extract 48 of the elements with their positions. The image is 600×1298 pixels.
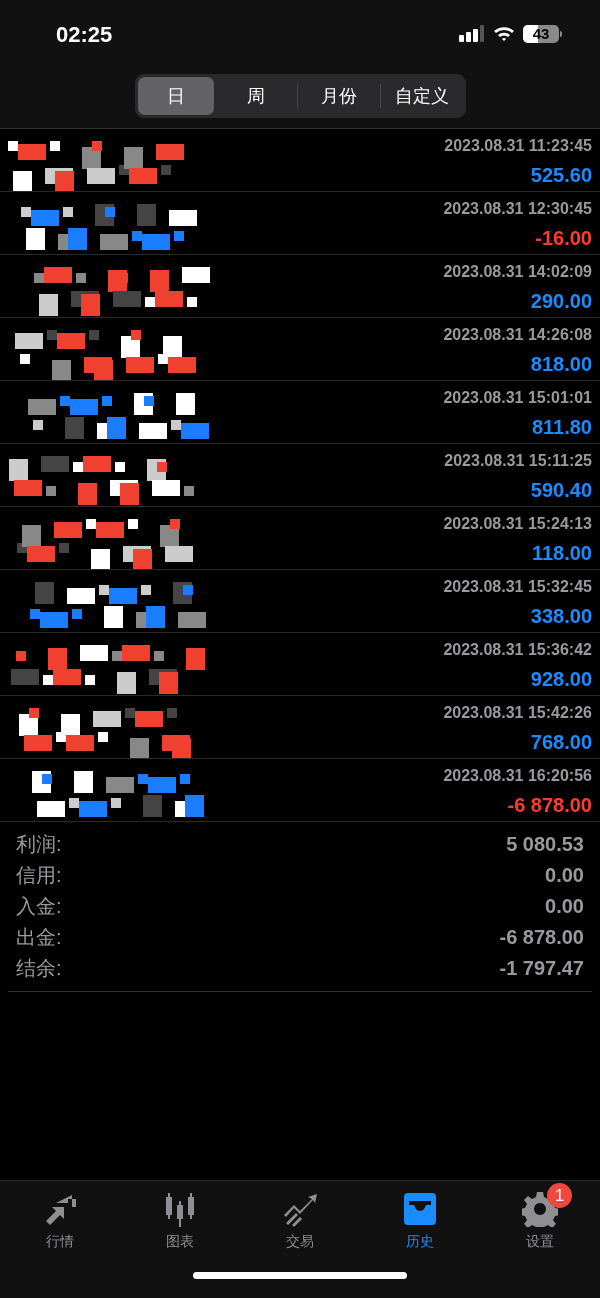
summary-label: 结余:	[16, 955, 62, 981]
summary-value: -1 797.47	[499, 955, 584, 981]
summary-value: 5 080.53	[506, 831, 584, 857]
trend-arrow-icon	[282, 1191, 318, 1227]
segment-tab[interactable]: 自定义	[380, 77, 463, 115]
trade-amount: 811.80	[531, 415, 592, 440]
trade-amount: 290.00	[530, 289, 592, 314]
wifi-icon	[493, 26, 515, 42]
trade-time: 2023.08.31 11:23:45	[444, 136, 592, 156]
trade-amount: 818.00	[530, 352, 592, 377]
settings-icon	[522, 1191, 558, 1227]
trade-time: 2023.08.31 16:20:56	[443, 766, 592, 786]
trade-amount: 118.00	[531, 541, 592, 566]
trade-amount: 928.00	[530, 667, 592, 692]
trade-time: 2023.08.31 15:36:42	[443, 640, 592, 660]
trade-time: 2023.08.31 15:32:45	[443, 577, 592, 597]
summary-value: -6 878.00	[499, 924, 584, 950]
trade-time: 2023.08.31 14:26:08	[443, 325, 592, 345]
inbox-icon	[402, 1191, 438, 1227]
trade-amount: 338.00	[530, 604, 592, 629]
nav-tab[interactable]: 交易	[240, 1181, 360, 1253]
trade-amount: -16.00	[535, 226, 592, 251]
summary-value: 0.00	[545, 893, 584, 919]
trade-amount: 590.40	[530, 478, 592, 503]
trade-time: 2023.08.31 15:42:26	[443, 703, 592, 723]
signal-icon	[459, 25, 485, 43]
summary-label: 利润:	[16, 831, 62, 857]
summary-label: 入金:	[16, 893, 62, 919]
trade-amount: 525.60	[530, 163, 592, 188]
trade-time: 2023.08.31 15:01:01	[443, 388, 592, 408]
summary-value: 0.00	[545, 862, 584, 888]
nav-tab[interactable]: 1 设置	[480, 1181, 600, 1253]
segment-tab[interactable]: 日	[137, 77, 214, 115]
trade-time: 2023.08.31 15:24:13	[443, 514, 592, 534]
status-time: 02:25	[56, 20, 113, 49]
segment-tab[interactable]: 周	[214, 77, 297, 115]
segment-tab[interactable]: 月份	[297, 77, 380, 115]
summary-label: 信用:	[16, 862, 62, 888]
trade-amount: 768.00	[530, 730, 592, 755]
trade-amount: -6 878.00	[507, 793, 592, 818]
trade-time: 2023.08.31 14:02:09	[443, 262, 592, 282]
nav-tab[interactable]: 图表	[120, 1181, 240, 1253]
trade-time: 2023.08.31 15:11:25	[444, 451, 592, 471]
trade-time: 2023.08.31 12:30:45	[443, 199, 592, 219]
nav-tab[interactable]: 历史	[360, 1181, 480, 1253]
nav-tab[interactable]: 行情	[0, 1181, 120, 1253]
notification-badge: 1	[547, 1183, 572, 1208]
summary-label: 出金:	[16, 924, 62, 950]
